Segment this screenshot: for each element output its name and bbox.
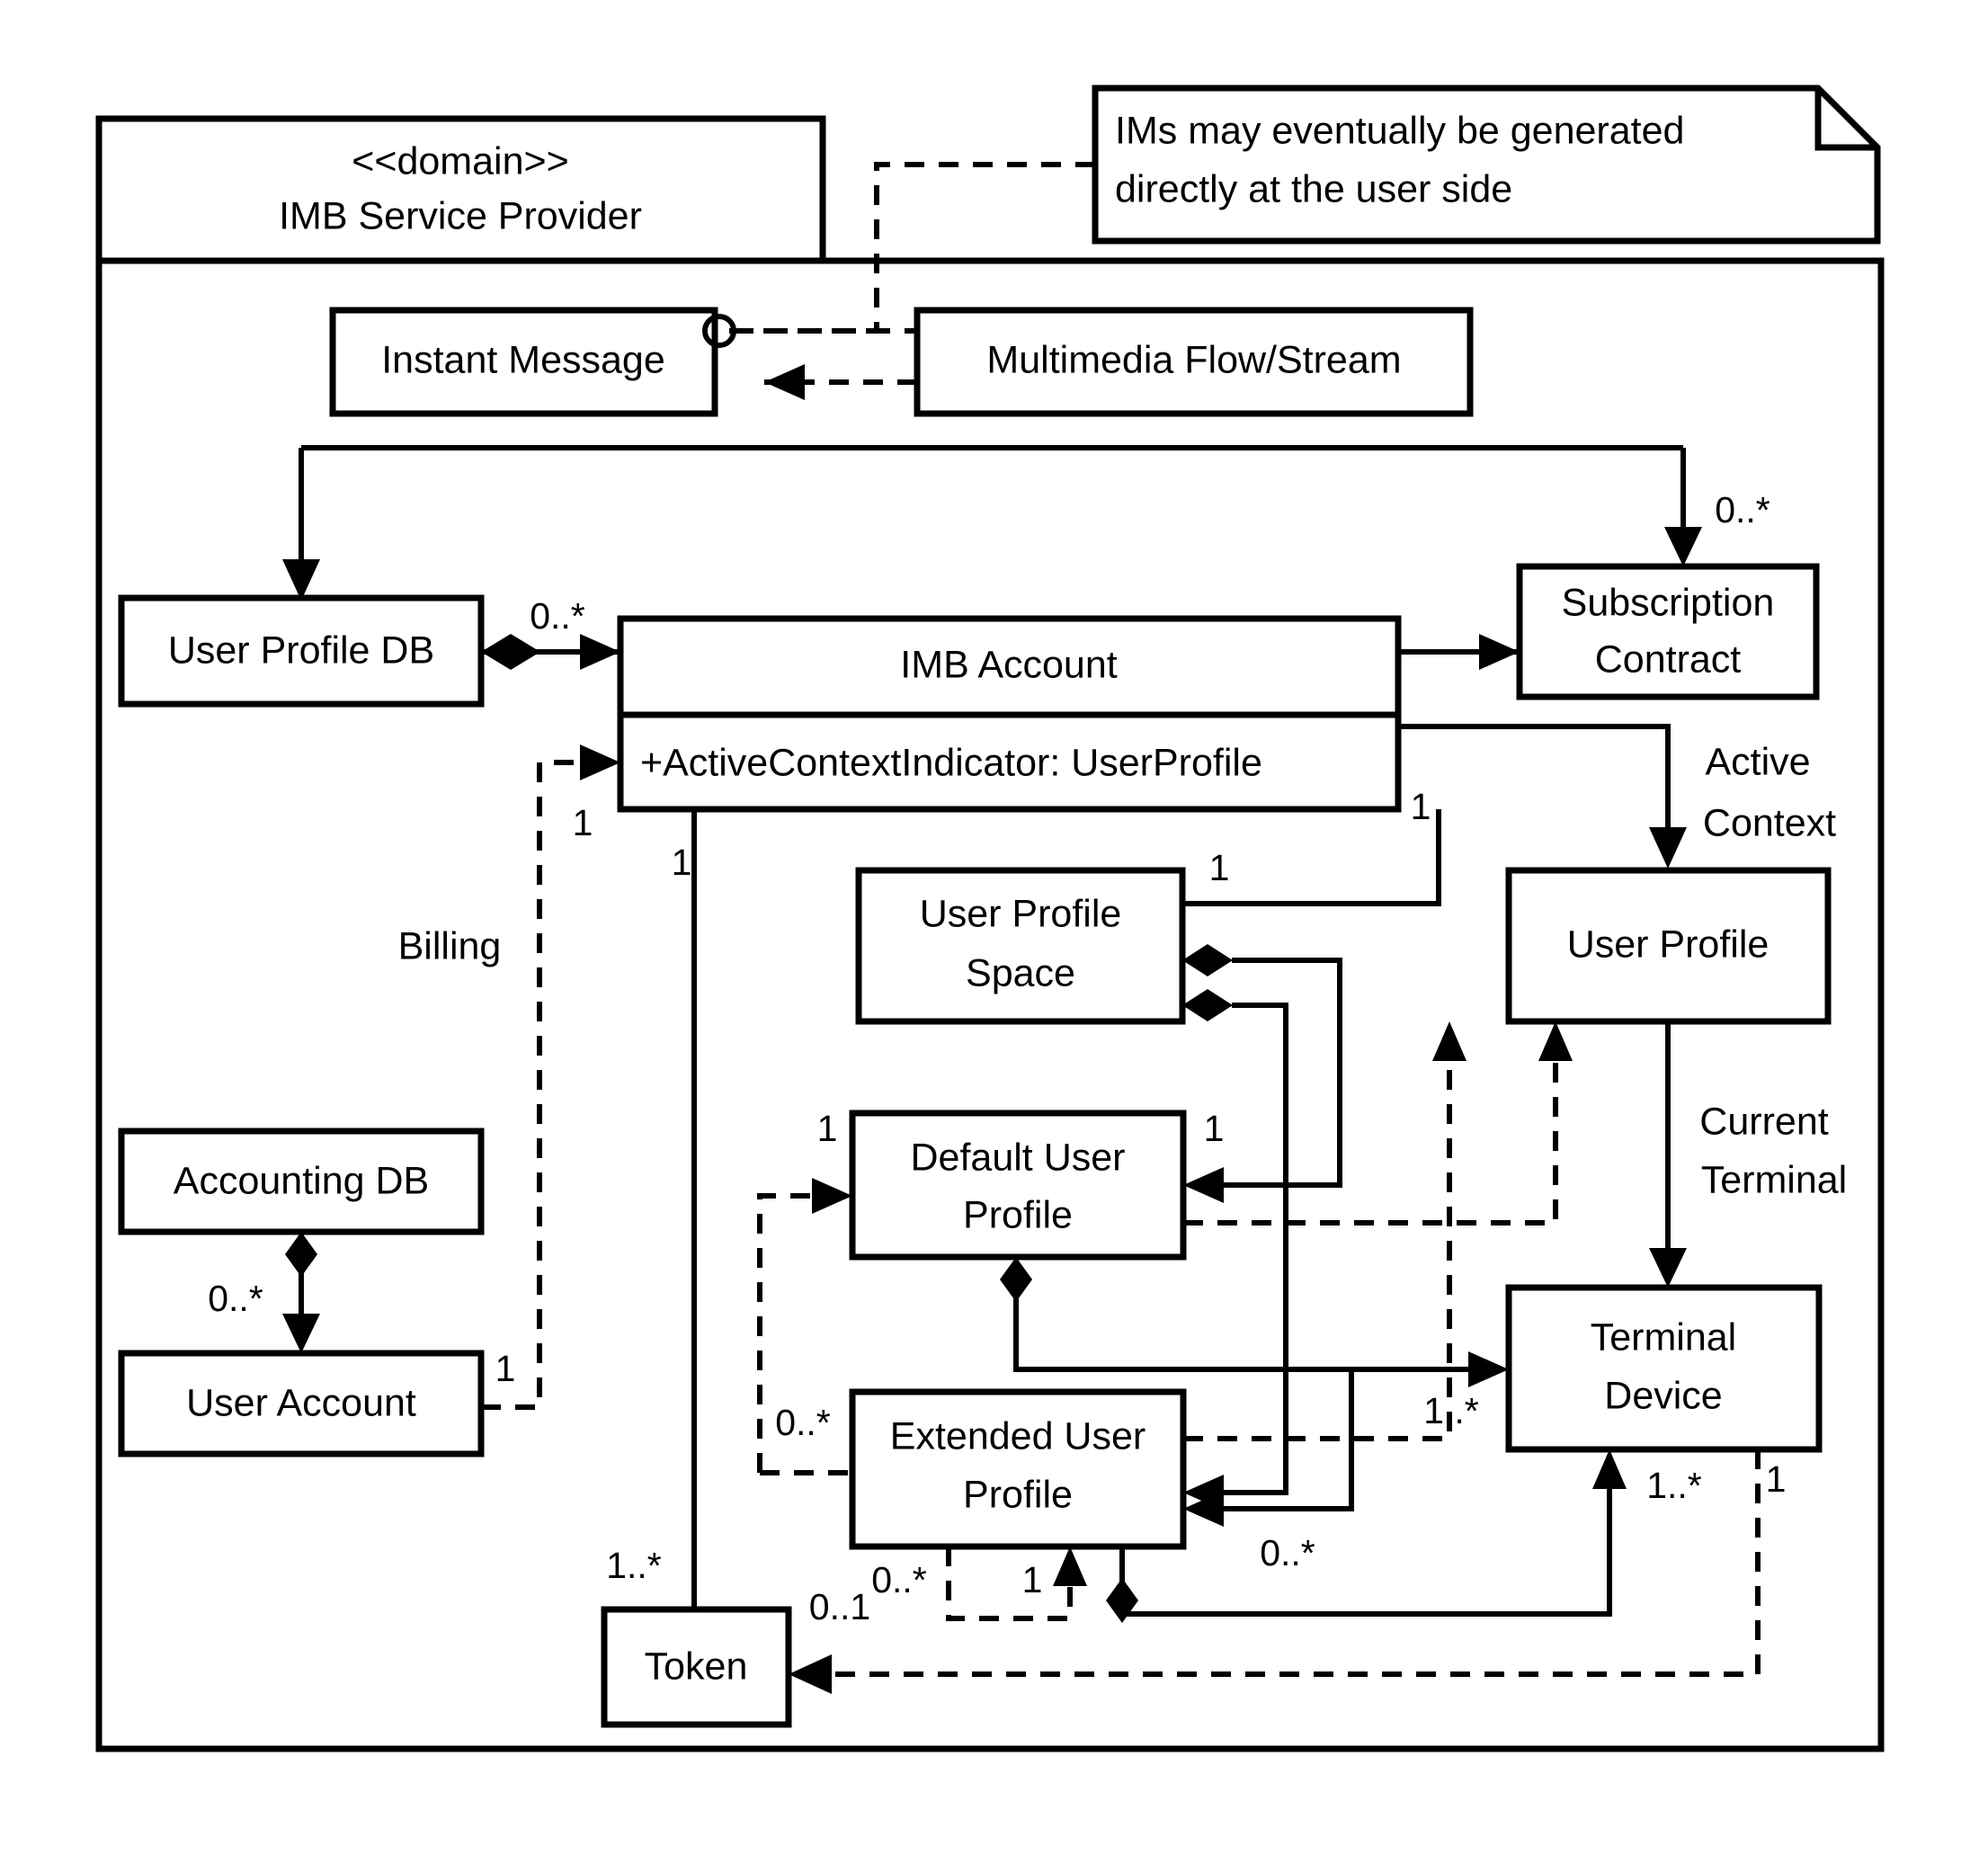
mult-eup-bottom-1: 0..* [871,1559,927,1600]
label-extended-user-profile-2: Profile [963,1473,1073,1516]
mult-ups-right: 1 [1209,847,1230,888]
mult-eup-bottom-2: 1 [1022,1559,1043,1600]
label-user-profile-db: User Profile DB [168,628,434,672]
label-multimedia-flow-stream: Multimedia Flow/Stream [986,338,1401,381]
mult-dup-left: 1 [817,1108,838,1149]
mult-terminal-left: 1..* [1423,1390,1479,1431]
label-terminal-device-1: Terminal [1591,1315,1737,1359]
role-label-context: Context [1703,801,1836,844]
diagram-svg: Instant Message --> IMB Account --> Subs… [95,85,1885,1752]
class-terminal-device[interactable] [1505,1284,1823,1453]
label-accounting-db: Accounting DB [174,1159,429,1202]
label-subscription-contract-2: Contract [1595,637,1742,681]
mult-accdb-useraccount: 0..* [208,1278,263,1319]
label-extended-user-profile-1: Extended User [890,1414,1146,1457]
mult-token-left: 1..* [606,1545,662,1586]
mult-token-right: 0..1 [809,1586,870,1627]
label-user-profile-space-2: Space [966,951,1075,994]
label-default-user-profile-1: Default User [911,1136,1126,1179]
label-terminal-device-2: Device [1604,1374,1722,1417]
mult-updb-imbaccount: 0..* [530,595,585,637]
label-subscription-contract-1: Subscription [1562,581,1775,624]
mult-eup-left: 0..* [775,1402,831,1443]
uml-diagram-canvas: Instant Message --> IMB Account --> Subs… [0,0,1988,1872]
label-instant-message: Instant Message [381,338,665,381]
mult-terminal-bottom-1: 1..* [1646,1465,1702,1506]
package-name: IMB Service Provider [279,194,642,237]
label-user-profile-space-1: User Profile [920,892,1122,935]
package-stereotype: <<domain>> [352,139,568,183]
label-imb-account: IMB Account [900,643,1117,686]
mult-subcontract-top: 0..* [1715,489,1770,530]
role-label-terminal: Terminal [1701,1158,1848,1201]
mult-eup-terminal: 0..* [1260,1532,1315,1573]
label-token: Token [645,1645,748,1688]
label-default-user-profile-2: Profile [963,1193,1073,1236]
mult-dup-right: 1 [1204,1108,1225,1149]
role-label-current: Current [1699,1100,1828,1143]
role-label-active: Active [1705,740,1810,783]
label-imb-account-attribute: +ActiveContextIndicator: UserProfile [640,741,1262,784]
label-user-account: User Account [186,1381,416,1424]
note-text-line1: IMs may eventually be generated [1115,109,1684,152]
note-text-line2: directly at the user side [1115,167,1512,210]
mult-terminal-bottom-2: 1 [1766,1458,1787,1500]
mult-imbaccount-right: 1 [1411,786,1431,827]
mult-imbaccount-token: 1 [672,842,692,883]
mult-useraccount-billing: 1 [495,1348,516,1389]
mult-imbaccount-billing: 1 [573,802,593,843]
label-user-profile: User Profile [1567,923,1770,966]
role-label-billing: Billing [398,924,502,967]
